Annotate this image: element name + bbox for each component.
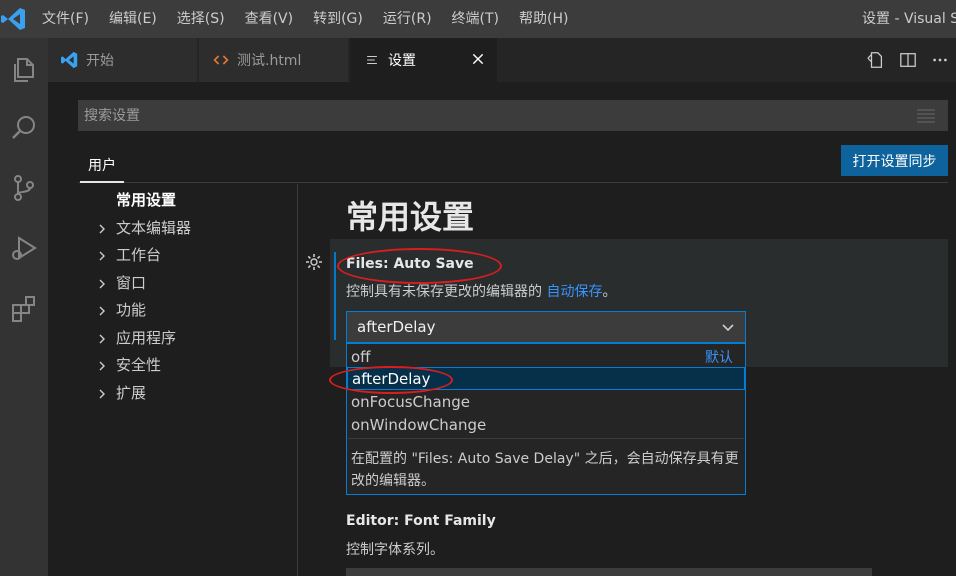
toc-item-label: 文本编辑器 bbox=[116, 218, 192, 237]
turn-on-settings-sync-button[interactable]: 打开设置同步 bbox=[841, 145, 948, 176]
activity-bar bbox=[0, 38, 48, 576]
option-description: 在配置的 "Files: Auto Save Delay" 之后，会自动保存具有… bbox=[351, 451, 739, 489]
settings-search-input[interactable] bbox=[78, 100, 948, 131]
default-badge: 默认 bbox=[705, 349, 733, 366]
explorer-icon[interactable] bbox=[0, 46, 48, 94]
chevron-right-icon bbox=[96, 386, 108, 399]
editor-tab-bar: 开始 测试.html 设置 bbox=[48, 38, 956, 82]
window-title: 设置 - Visual S bbox=[862, 11, 956, 27]
vscode-logo-icon bbox=[0, 6, 28, 32]
user-scope-tab[interactable]: 用户 bbox=[88, 155, 116, 175]
editor-actions bbox=[860, 38, 956, 82]
annotation-ellipse-after-delay bbox=[329, 366, 453, 394]
vscode-icon bbox=[60, 50, 80, 70]
html-icon bbox=[211, 50, 231, 70]
menu-file[interactable]: 文件(F) bbox=[32, 0, 99, 38]
run-debug-icon[interactable] bbox=[0, 224, 48, 272]
select-value: afterDelay bbox=[357, 318, 436, 336]
settings-file-icon bbox=[362, 50, 382, 70]
title-bar: 文件(F) 编辑(E) 选择(S) 查看(V) 转到(G) 运行(R) 终端(T… bbox=[0, 0, 956, 38]
dropdown-divider bbox=[348, 438, 744, 439]
split-editor-icon[interactable] bbox=[892, 44, 924, 76]
chevron-down-icon bbox=[721, 321, 735, 339]
settings-search bbox=[78, 100, 948, 131]
source-control-icon[interactable] bbox=[0, 164, 48, 212]
toc-item-label: 功能 bbox=[116, 300, 147, 319]
tab-html-file[interactable]: 测试.html bbox=[199, 38, 349, 82]
font-family-title: Editor: Font Family bbox=[346, 513, 496, 529]
option-off[interactable]: off 默认 bbox=[347, 345, 745, 368]
font-family-input[interactable] bbox=[346, 568, 872, 576]
menu-selection[interactable]: 选择(S) bbox=[167, 0, 235, 38]
option-label: off bbox=[351, 347, 371, 366]
extensions-icon[interactable] bbox=[0, 284, 48, 332]
toc-item-label: 工作台 bbox=[116, 245, 162, 264]
scope-active-indicator bbox=[80, 181, 124, 183]
menu-terminal[interactable]: 终端(T) bbox=[442, 0, 509, 38]
menu-edit[interactable]: 编辑(E) bbox=[99, 0, 167, 38]
description-text: 控制具有未保存更改的编辑器的 bbox=[346, 284, 547, 300]
setting-category: Editor: bbox=[346, 513, 405, 529]
menu-run[interactable]: 运行(R) bbox=[373, 0, 442, 38]
scope-divider bbox=[78, 182, 948, 183]
option-label: onFocusChange bbox=[351, 392, 470, 411]
tab-label: 测试.html bbox=[237, 53, 302, 69]
menu-help[interactable]: 帮助(H) bbox=[509, 0, 578, 38]
close-icon[interactable] bbox=[469, 50, 487, 68]
toc-item-commonly-used[interactable]: 常用设置 bbox=[78, 186, 298, 212]
chevron-right-icon bbox=[96, 303, 108, 316]
chevron-right-icon bbox=[96, 331, 108, 344]
filter-list-icon[interactable] bbox=[916, 108, 936, 128]
toc-item-workbench[interactable]: 工作台 bbox=[78, 241, 298, 267]
toc-item-label: 应用程序 bbox=[116, 328, 177, 347]
toc-item-security[interactable]: 安全性 bbox=[78, 351, 298, 377]
auto-save-select[interactable]: afterDelay bbox=[346, 311, 746, 343]
focus-indicator bbox=[334, 252, 336, 340]
description-text: 。 bbox=[602, 284, 617, 300]
open-settings-json-icon[interactable] bbox=[860, 44, 892, 76]
toc-item-application[interactable]: 应用程序 bbox=[78, 324, 298, 350]
tab-label: 开始 bbox=[86, 53, 114, 69]
toc-item-extensions[interactable]: 扩展 bbox=[78, 379, 298, 405]
section-title: 常用设置 bbox=[346, 198, 475, 236]
option-label: onWindowChange bbox=[351, 415, 487, 434]
menu-view[interactable]: 查看(V) bbox=[235, 0, 304, 38]
more-actions-icon[interactable] bbox=[924, 44, 956, 76]
tab-label: 设置 bbox=[388, 53, 416, 69]
auto-save-description: 控制具有未保存更改的编辑器的 自动保存。 bbox=[346, 281, 616, 301]
setting-name: Font Family bbox=[404, 513, 496, 529]
toc-item-text-editor[interactable]: 文本编辑器 bbox=[78, 214, 298, 240]
tab-settings[interactable]: 设置 bbox=[350, 38, 498, 82]
settings-toc: 常用设置 文本编辑器 工作台 窗口 功能 应用程序 安全性 扩展 bbox=[78, 184, 298, 576]
toc-item-window[interactable]: 窗口 bbox=[78, 269, 298, 295]
search-icon[interactable] bbox=[0, 104, 48, 152]
toc-item-label: 安全性 bbox=[116, 355, 162, 374]
auto-save-link[interactable]: 自动保存 bbox=[546, 284, 602, 300]
toc-item-label: 常用设置 bbox=[116, 190, 177, 209]
chevron-right-icon bbox=[96, 276, 108, 289]
menu-go[interactable]: 转到(G) bbox=[303, 0, 373, 38]
gear-icon[interactable] bbox=[304, 252, 324, 272]
toc-item-label: 扩展 bbox=[116, 383, 147, 402]
chevron-right-icon bbox=[96, 221, 108, 234]
font-family-description: 控制字体系列。 bbox=[346, 542, 444, 558]
chevron-right-icon bbox=[96, 358, 108, 371]
option-on-window-change[interactable]: onWindowChange bbox=[347, 413, 745, 436]
annotation-ellipse-auto-save bbox=[337, 248, 502, 284]
toc-item-features[interactable]: 功能 bbox=[78, 296, 298, 322]
menu-bar: 文件(F) 编辑(E) 选择(S) 查看(V) 转到(G) 运行(R) 终端(T… bbox=[32, 0, 578, 38]
chevron-right-icon bbox=[96, 248, 108, 261]
toc-item-label: 窗口 bbox=[116, 273, 147, 292]
tab-welcome[interactable]: 开始 bbox=[48, 38, 198, 82]
